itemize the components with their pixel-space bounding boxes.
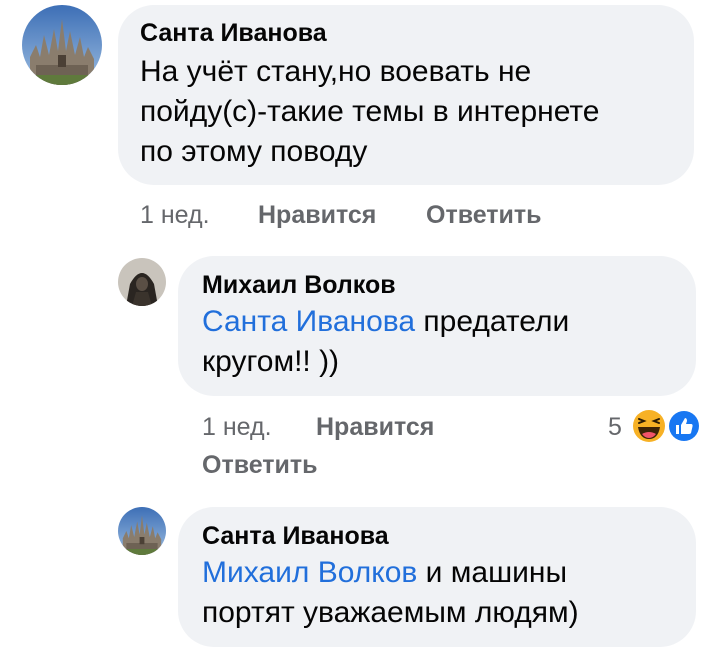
commenter-avatar[interactable] [118, 507, 166, 555]
comment-bubble: Санта Иванова На учёт стану,но воевать н… [118, 5, 694, 185]
reaction-count[interactable]: 5 [608, 412, 622, 442]
comment-author[interactable]: Санта Иванова [140, 18, 672, 48]
mention-link[interactable]: Санта Иванова [202, 305, 415, 338]
like-icon [667, 409, 701, 443]
comment-text: На учёт стану,но воевать не пойду(с)-так… [140, 55, 600, 168]
like-button[interactable]: Нравится [316, 412, 434, 442]
castle-avatar-icon [118, 507, 166, 555]
mention-link[interactable]: Михаил Волков [202, 556, 417, 589]
like-button[interactable]: Нравится [258, 200, 376, 230]
comment-bubble: Михаил Волков Санта Иванова предатели кр… [178, 256, 696, 396]
hooded-figure-avatar-icon [118, 258, 166, 306]
comment-author[interactable]: Михаил Волков [202, 270, 672, 300]
commenter-avatar[interactable] [22, 5, 102, 85]
haha-icon [631, 408, 667, 444]
comment-text: Санта Иванова предатели кругом!! )) [202, 305, 570, 378]
comment-time[interactable]: 1 нед. [202, 412, 272, 442]
comment-author[interactable]: Санта Иванова [202, 521, 672, 551]
comment-time[interactable]: 1 нед. [140, 200, 210, 230]
reply-button[interactable]: Ответить [426, 200, 542, 230]
reply-button[interactable]: Ответить [202, 450, 318, 480]
comment-bubble: Санта Иванова Михаил Волков и машины пор… [178, 507, 696, 647]
castle-avatar-icon [22, 5, 102, 85]
comment-text: Михаил Волков и машины портят уважаемым … [202, 556, 579, 629]
reaction-icons[interactable] [628, 406, 706, 446]
commenter-avatar[interactable] [118, 258, 166, 306]
